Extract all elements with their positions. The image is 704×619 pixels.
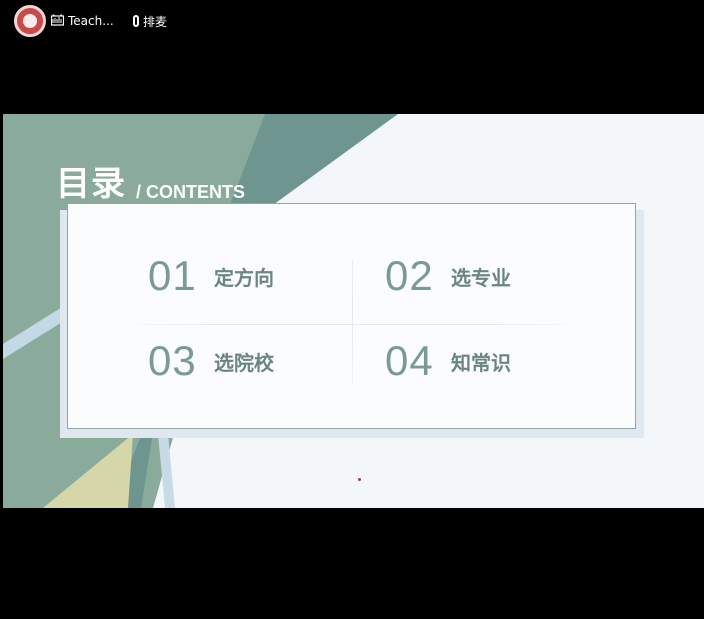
top-toolbar: Teach... 排麦 (0, 0, 704, 44)
item-number: 03 (148, 337, 197, 384)
teach-app-button[interactable]: Teach... (50, 12, 114, 30)
teach-app-label: Teach... (68, 14, 114, 28)
contents-card: 01 定方向 02 选专业 03 选院校 04 知常识 (67, 203, 636, 429)
slide-subtitle: / CONTENTS (136, 182, 246, 202)
laser-pointer-dot (358, 478, 361, 481)
item-number: 02 (385, 252, 434, 299)
contents-item-2[interactable]: 02 选专业 (385, 252, 511, 300)
contents-item-4[interactable]: 04 知常识 (385, 337, 511, 385)
item-label: 选专业 (451, 265, 511, 290)
avatar-image (23, 14, 37, 28)
contents-item-1[interactable]: 01 定方向 (148, 252, 274, 300)
item-label: 知常识 (451, 350, 511, 375)
mic-queue-button[interactable]: 排麦 (133, 12, 167, 30)
vertical-divider (352, 260, 353, 384)
item-label: 定方向 (214, 265, 274, 290)
mic-queue-label: 排麦 (143, 14, 168, 29)
slide-header: 目录 / CONTENTS (56, 156, 245, 205)
item-label: 选院校 (214, 350, 274, 375)
presentation-slide: 目录 / CONTENTS 01 定方向 02 选专业 03 选院校 04 知常… (3, 114, 704, 508)
avatar[interactable] (14, 5, 46, 37)
contents-item-3[interactable]: 03 选院校 (148, 337, 274, 385)
teach-app-icon (50, 13, 65, 29)
microphone-icon (133, 15, 139, 27)
item-number: 04 (385, 337, 434, 384)
item-number: 01 (148, 252, 197, 299)
slide-title: 目录 (56, 164, 126, 204)
